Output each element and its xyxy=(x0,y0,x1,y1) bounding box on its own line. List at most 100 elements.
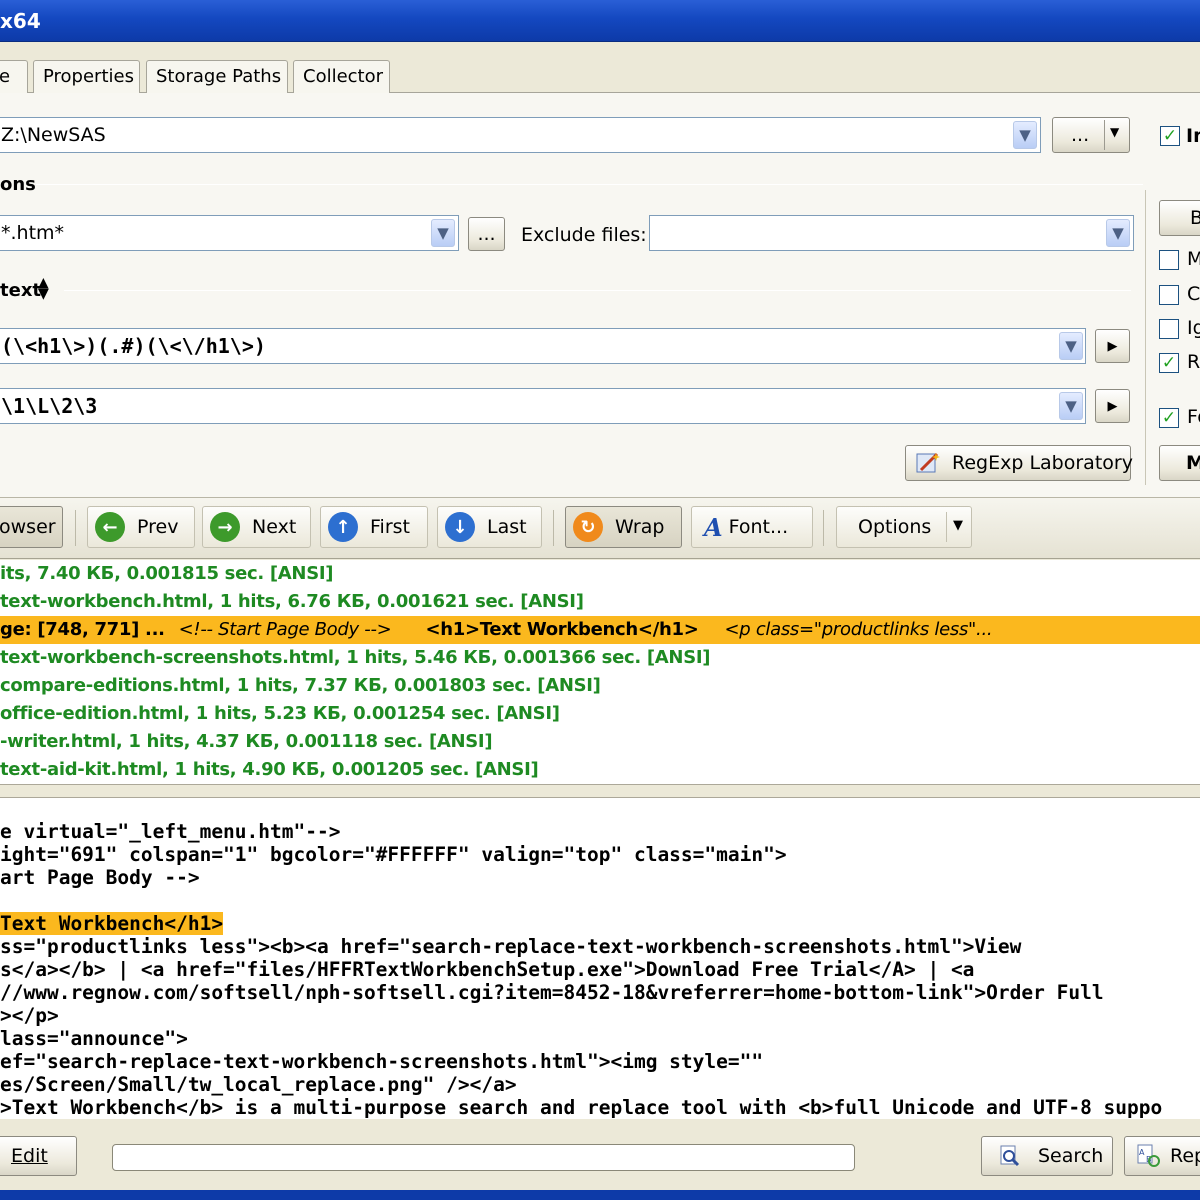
option-checkbox-5-label: Fo xyxy=(1187,406,1200,428)
code-viewer[interactable]: e virtual="_left_menu.htm"--> ight="691"… xyxy=(0,798,1200,1118)
arrow-left-icon: ← xyxy=(95,512,125,542)
play-arrow-icon: ▶ xyxy=(1107,338,1118,354)
chevron-down-icon[interactable]: ▼ xyxy=(1110,125,1119,139)
play-arrow-icon: ▶ xyxy=(1107,398,1118,414)
result-row[interactable]: -writer.html, 1 hits, 4.37 КБ, 0.001118 … xyxy=(0,728,1200,756)
tab-collector[interactable]: Collector xyxy=(293,60,390,93)
options-dropdown-button[interactable]: Options xyxy=(836,506,972,548)
chevron-down-icon: ▼ xyxy=(1112,224,1124,242)
tab-first[interactable]: e xyxy=(0,60,28,93)
option-checkbox-1[interactable] xyxy=(1159,250,1179,270)
code-line: art Page Body --> xyxy=(0,866,200,889)
tab-properties[interactable]: Properties xyxy=(33,60,140,93)
exclude-files-label: Exclude files: xyxy=(521,224,647,246)
file-mask-dropdown-button[interactable]: ▼ xyxy=(431,219,455,247)
replace-pattern-menu-button[interactable]: ▶ xyxy=(1095,389,1130,423)
result-row[interactable]: text-workbench-screenshots.html, 1 hits,… xyxy=(0,644,1200,672)
folder-dropdown-button[interactable]: ▼ xyxy=(1013,121,1037,149)
replace-pattern-value: \1\L\2\3 xyxy=(1,394,98,418)
window-frame-bottom xyxy=(0,1190,1200,1200)
wrap-icon: ↻ xyxy=(573,512,603,542)
include-subfolders-label: In xyxy=(1186,125,1200,147)
option-checkbox-1-label: M xyxy=(1187,248,1200,270)
code-line: ef="search-replace-text-workbench-screen… xyxy=(0,1050,764,1073)
result-row-selected[interactable]: ge: [748, 771] ... <!-- Start Page Body … xyxy=(0,616,1200,644)
toolbar-separator xyxy=(75,510,76,546)
find-pattern-menu-button[interactable]: ▶ xyxy=(1095,329,1130,363)
replace-icon: AB xyxy=(1134,1143,1162,1169)
replace-pattern-dropdown-button[interactable]: ▼ xyxy=(1059,392,1083,420)
include-subfolders-checkbox[interactable]: ✓ xyxy=(1160,126,1180,146)
chevron-down-icon: ▼ xyxy=(1065,397,1077,415)
toolbar-separator xyxy=(553,510,554,546)
folder-value: Z:\NewSAS xyxy=(1,124,106,146)
chevron-down-icon: ▼ xyxy=(1019,126,1031,144)
first-button[interactable]: ↑ First xyxy=(320,506,428,548)
option-checkbox-4[interactable]: ✓ xyxy=(1159,353,1179,373)
code-line: es/Screen/Small/tw_local_replace.png" />… xyxy=(0,1073,517,1096)
arrow-up-icon: ↑ xyxy=(328,512,358,542)
search-button[interactable]: Search xyxy=(981,1136,1113,1176)
next-button[interactable]: → Next xyxy=(202,506,311,548)
result-row[interactable]: text-workbench.html, 1 hits, 6.76 КБ, 0.… xyxy=(0,588,1200,616)
arrow-right-icon: → xyxy=(210,512,240,542)
code-line: >Text Workbench</b> is a multi-purpose s… xyxy=(0,1096,1163,1118)
replace-button[interactable]: AB Rep xyxy=(1124,1136,1200,1176)
pane-splitter[interactable] xyxy=(0,786,1200,798)
find-pattern-combo[interactable]: (\<h1\>)(.#)(\<\/h1\>) xyxy=(0,328,1086,364)
code-line: e virtual="_left_menu.htm"--> xyxy=(0,820,341,843)
progress-bar xyxy=(112,1144,855,1171)
option-checkbox-5[interactable]: ✓ xyxy=(1159,408,1179,428)
prev-button[interactable]: ← Prev xyxy=(87,506,195,548)
chevron-down-icon: ▼ xyxy=(437,224,449,242)
replace-pattern-combo[interactable]: \1\L\2\3 xyxy=(0,388,1086,424)
text-section-label: text xyxy=(0,280,42,301)
option-checkbox-2-label: C xyxy=(1187,283,1200,305)
font-button[interactable]: A Font... xyxy=(691,506,813,548)
regexp-laboratory-button[interactable]: RegExp Laboratory xyxy=(905,445,1133,481)
file-mask-combo[interactable]: *.htm* xyxy=(0,215,459,251)
options-section-label: ons xyxy=(0,174,36,195)
file-mask-value: *.htm* xyxy=(1,222,65,244)
tab-storage-paths[interactable]: Storage Paths xyxy=(146,60,288,93)
arrow-down-icon: ↓ xyxy=(445,512,475,542)
option-checkbox-2[interactable] xyxy=(1159,285,1179,305)
search-icon xyxy=(998,1144,1022,1168)
toolbar-separator xyxy=(823,510,824,546)
code-line: s</a></b> | <a href="files/HFFRTextWorkb… xyxy=(0,958,975,981)
exclude-files-dropdown-button[interactable]: ▼ xyxy=(1106,219,1130,247)
folder-combo[interactable]: Z:\NewSAS xyxy=(0,117,1041,153)
code-line: ight="691" colspan="1" bgcolor="#FFFFFF"… xyxy=(0,843,787,866)
panel-divider xyxy=(1145,190,1146,485)
result-row[interactable]: compare-editions.html, 1 hits, 7.37 КБ, … xyxy=(0,672,1200,700)
svg-text:A: A xyxy=(1139,1148,1145,1157)
code-line: lass="announce"> xyxy=(0,1027,188,1050)
results-list: its, 7.40 КБ, 0.001815 sec. [ANSI] text-… xyxy=(0,560,1200,785)
right-top-button[interactable]: B xyxy=(1159,200,1200,236)
option-checkbox-3[interactable] xyxy=(1159,319,1179,339)
split-divider xyxy=(946,512,947,542)
file-mask-browse-button[interactable]: ... xyxy=(468,217,505,251)
chevron-down-icon: ▼ xyxy=(1065,337,1077,355)
check-icon: ✓ xyxy=(1161,407,1177,428)
last-button[interactable]: ↓ Last xyxy=(437,506,542,548)
check-icon: ✓ xyxy=(1162,125,1178,146)
window-title: x64 xyxy=(0,9,41,33)
exclude-files-combo[interactable] xyxy=(649,215,1134,251)
edit-button[interactable]: Edit xyxy=(0,1136,77,1176)
right-bottom-button[interactable]: M xyxy=(1159,445,1200,481)
chevron-down-icon[interactable]: ▼ xyxy=(953,518,963,533)
regexp-wand-icon xyxy=(916,451,942,475)
result-row[interactable]: text-aid-kit.html, 1 hits, 4.90 КБ, 0.00… xyxy=(0,756,1200,784)
code-line: //www.regnow.com/softsell/nph-softsell.c… xyxy=(0,981,1104,1004)
section-divider xyxy=(36,184,1143,185)
code-line-highlighted: Text Workbench</h1> xyxy=(0,912,224,935)
wrap-toggle-button[interactable]: ↻ Wrap xyxy=(565,506,682,548)
option-checkbox-4-label: R xyxy=(1187,351,1200,373)
sort-updown-icon[interactable]: ▲ ▼ xyxy=(38,276,49,301)
find-pattern-dropdown-button[interactable]: ▼ xyxy=(1059,332,1083,360)
result-row[interactable]: its, 7.40 КБ, 0.001815 sec. [ANSI] xyxy=(0,560,1200,588)
option-checkbox-3-label: Ig xyxy=(1187,317,1200,339)
result-row[interactable]: office-edition.html, 1 hits, 5.23 КБ, 0.… xyxy=(0,700,1200,728)
browser-toggle-button[interactable]: owser xyxy=(0,506,63,548)
